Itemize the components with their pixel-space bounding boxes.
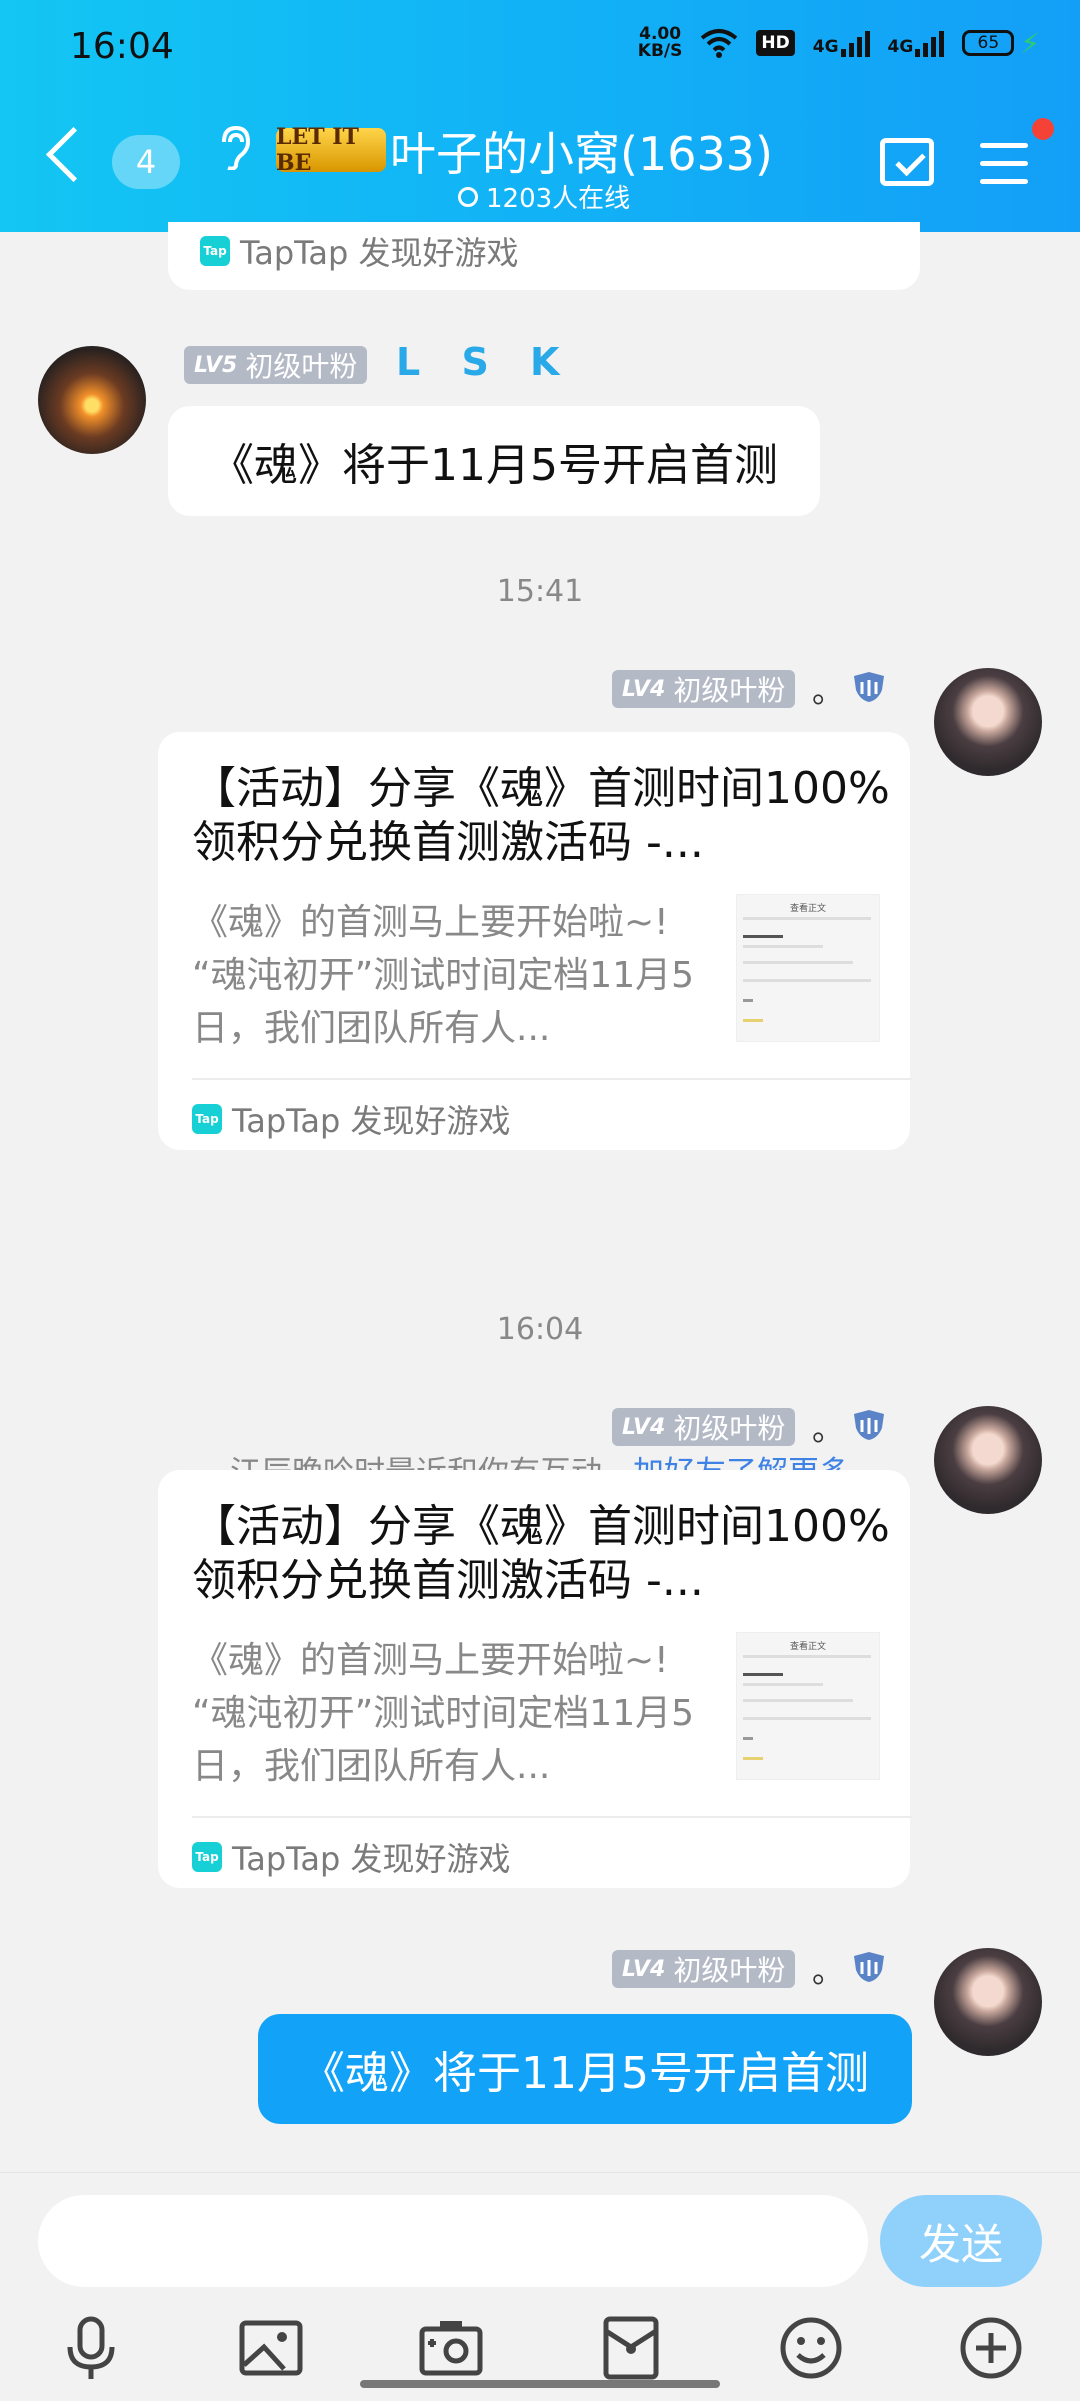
online-check-icon [458,186,478,207]
level-badge: LV4 初级叶粉 [612,1950,796,1988]
taptap-icon: Tap [200,236,230,266]
camera-icon[interactable] [416,2313,486,2383]
shield-icon [854,1410,884,1440]
status-icons: 4.00 KB/S HD 4G 4G 65 ⚡ [638,26,1040,60]
toolbar [0,2313,1080,2383]
chat-area[interactable]: Tap TapTap 发现好游戏 LV5 初级叶粉 L S K 《魂》将于11月… [0,222,1080,2172]
card-body: 《魂》的首测马上要开始啦~! “魂沌初开”测试时间定档11月5日，我们团队所有人… [192,1640,695,1787]
hd-badge: HD [756,30,795,56]
emoji-icon[interactable] [776,2313,846,2383]
notification-dot [1032,118,1054,140]
timestamp: 15:41 [496,574,584,609]
card-body: 《魂》的首测马上要开始啦~! “魂沌初开”测试时间定档11月5日，我们团队所有人… [192,902,695,1049]
card-source: Tap TapTap 发现好游戏 [200,228,519,274]
avatar[interactable] [38,346,146,454]
charging-icon: ⚡ [1020,26,1040,60]
card-title: 【活动】分享《魂》首测时间100%领积分兑换首测激活码 -... [192,763,890,868]
partial-card[interactable]: Tap TapTap 发现好游戏 [168,222,920,290]
avatar[interactable] [934,668,1042,776]
name-suffix: 。 [812,1952,845,1990]
signal-bars-icon [915,29,945,57]
taptap-icon: Tap [192,1104,222,1134]
group-title[interactable]: 叶子的小窝(1633) [390,118,773,184]
send-button[interactable]: 发送 [880,2195,1042,2287]
wifi-icon [701,29,738,58]
message-input[interactable] [38,2195,868,2287]
status-bar: 16:04 4.00 KB/S HD 4G 4G 65 ⚡ [0,0,1080,96]
signal-1: 4G [813,29,870,57]
my-message-bubble[interactable]: 《魂》将于11月5号开启首测 [258,2014,912,2124]
card-source: Tap TapTap 发现好游戏 [192,1096,511,1142]
input-bar: 发送 [0,2172,1080,2401]
redpacket-icon[interactable] [596,2313,666,2383]
back-icon[interactable] [45,126,102,183]
name-suffix: 。 [812,1410,845,1448]
plus-icon[interactable] [956,2313,1026,2383]
level-badge: LV5 初级叶粉 [184,346,368,384]
signal-bars-icon [840,29,870,57]
card-title: 【活动】分享《魂》首测时间100%领积分兑换首测激活码 -... [192,1501,890,1606]
card-thumbnail: 查看正文 [736,894,880,1042]
link-card[interactable]: 【活动】分享《魂》首测时间100%领积分兑换首测激活码 -... 《魂》的首测马… [158,732,912,1150]
timestamp: 16:04 [496,1312,584,1347]
username[interactable]: L S K [396,340,574,384]
card-source: Tap TapTap 发现好游戏 [192,1834,511,1880]
avatar[interactable] [934,1406,1042,1514]
battery-icon: 65 [962,30,1015,56]
group-logo: LET IT BE [276,124,386,176]
calendar-check-icon[interactable] [880,138,934,186]
signal-2: 4G [888,29,945,57]
mic-icon[interactable] [56,2313,126,2383]
menu-icon[interactable] [980,143,1028,197]
net-speed: 4.00 KB/S [637,24,683,61]
home-indicator[interactable] [360,2380,720,2388]
unread-badge[interactable]: 4 [112,135,180,189]
message-bubble[interactable]: 《魂》将于11月5号开启首测 [168,406,820,516]
level-badge: LV4 初级叶粉 [612,670,796,708]
name-suffix: 。 [812,672,845,710]
status-time: 16:04 [70,26,174,67]
card-thumbnail: 查看正文 [736,1632,880,1780]
level-badge: LV4 初级叶粉 [612,1408,796,1446]
chat-header: 16:04 4.00 KB/S HD 4G 4G 65 ⚡ 4 LET IT B… [0,0,1080,232]
ear-icon[interactable] [218,125,252,180]
taptap-icon: Tap [192,1842,222,1872]
card-divider [192,1078,912,1080]
avatar[interactable] [934,1948,1042,2056]
image-icon[interactable] [236,2313,306,2383]
card-divider [192,1816,912,1818]
shield-icon [854,1952,884,1982]
online-count: 1203人在线 [458,178,630,215]
link-card[interactable]: 【活动】分享《魂》首测时间100%领积分兑换首测激活码 -... 《魂》的首测马… [158,1470,912,1888]
shield-icon [854,672,884,702]
